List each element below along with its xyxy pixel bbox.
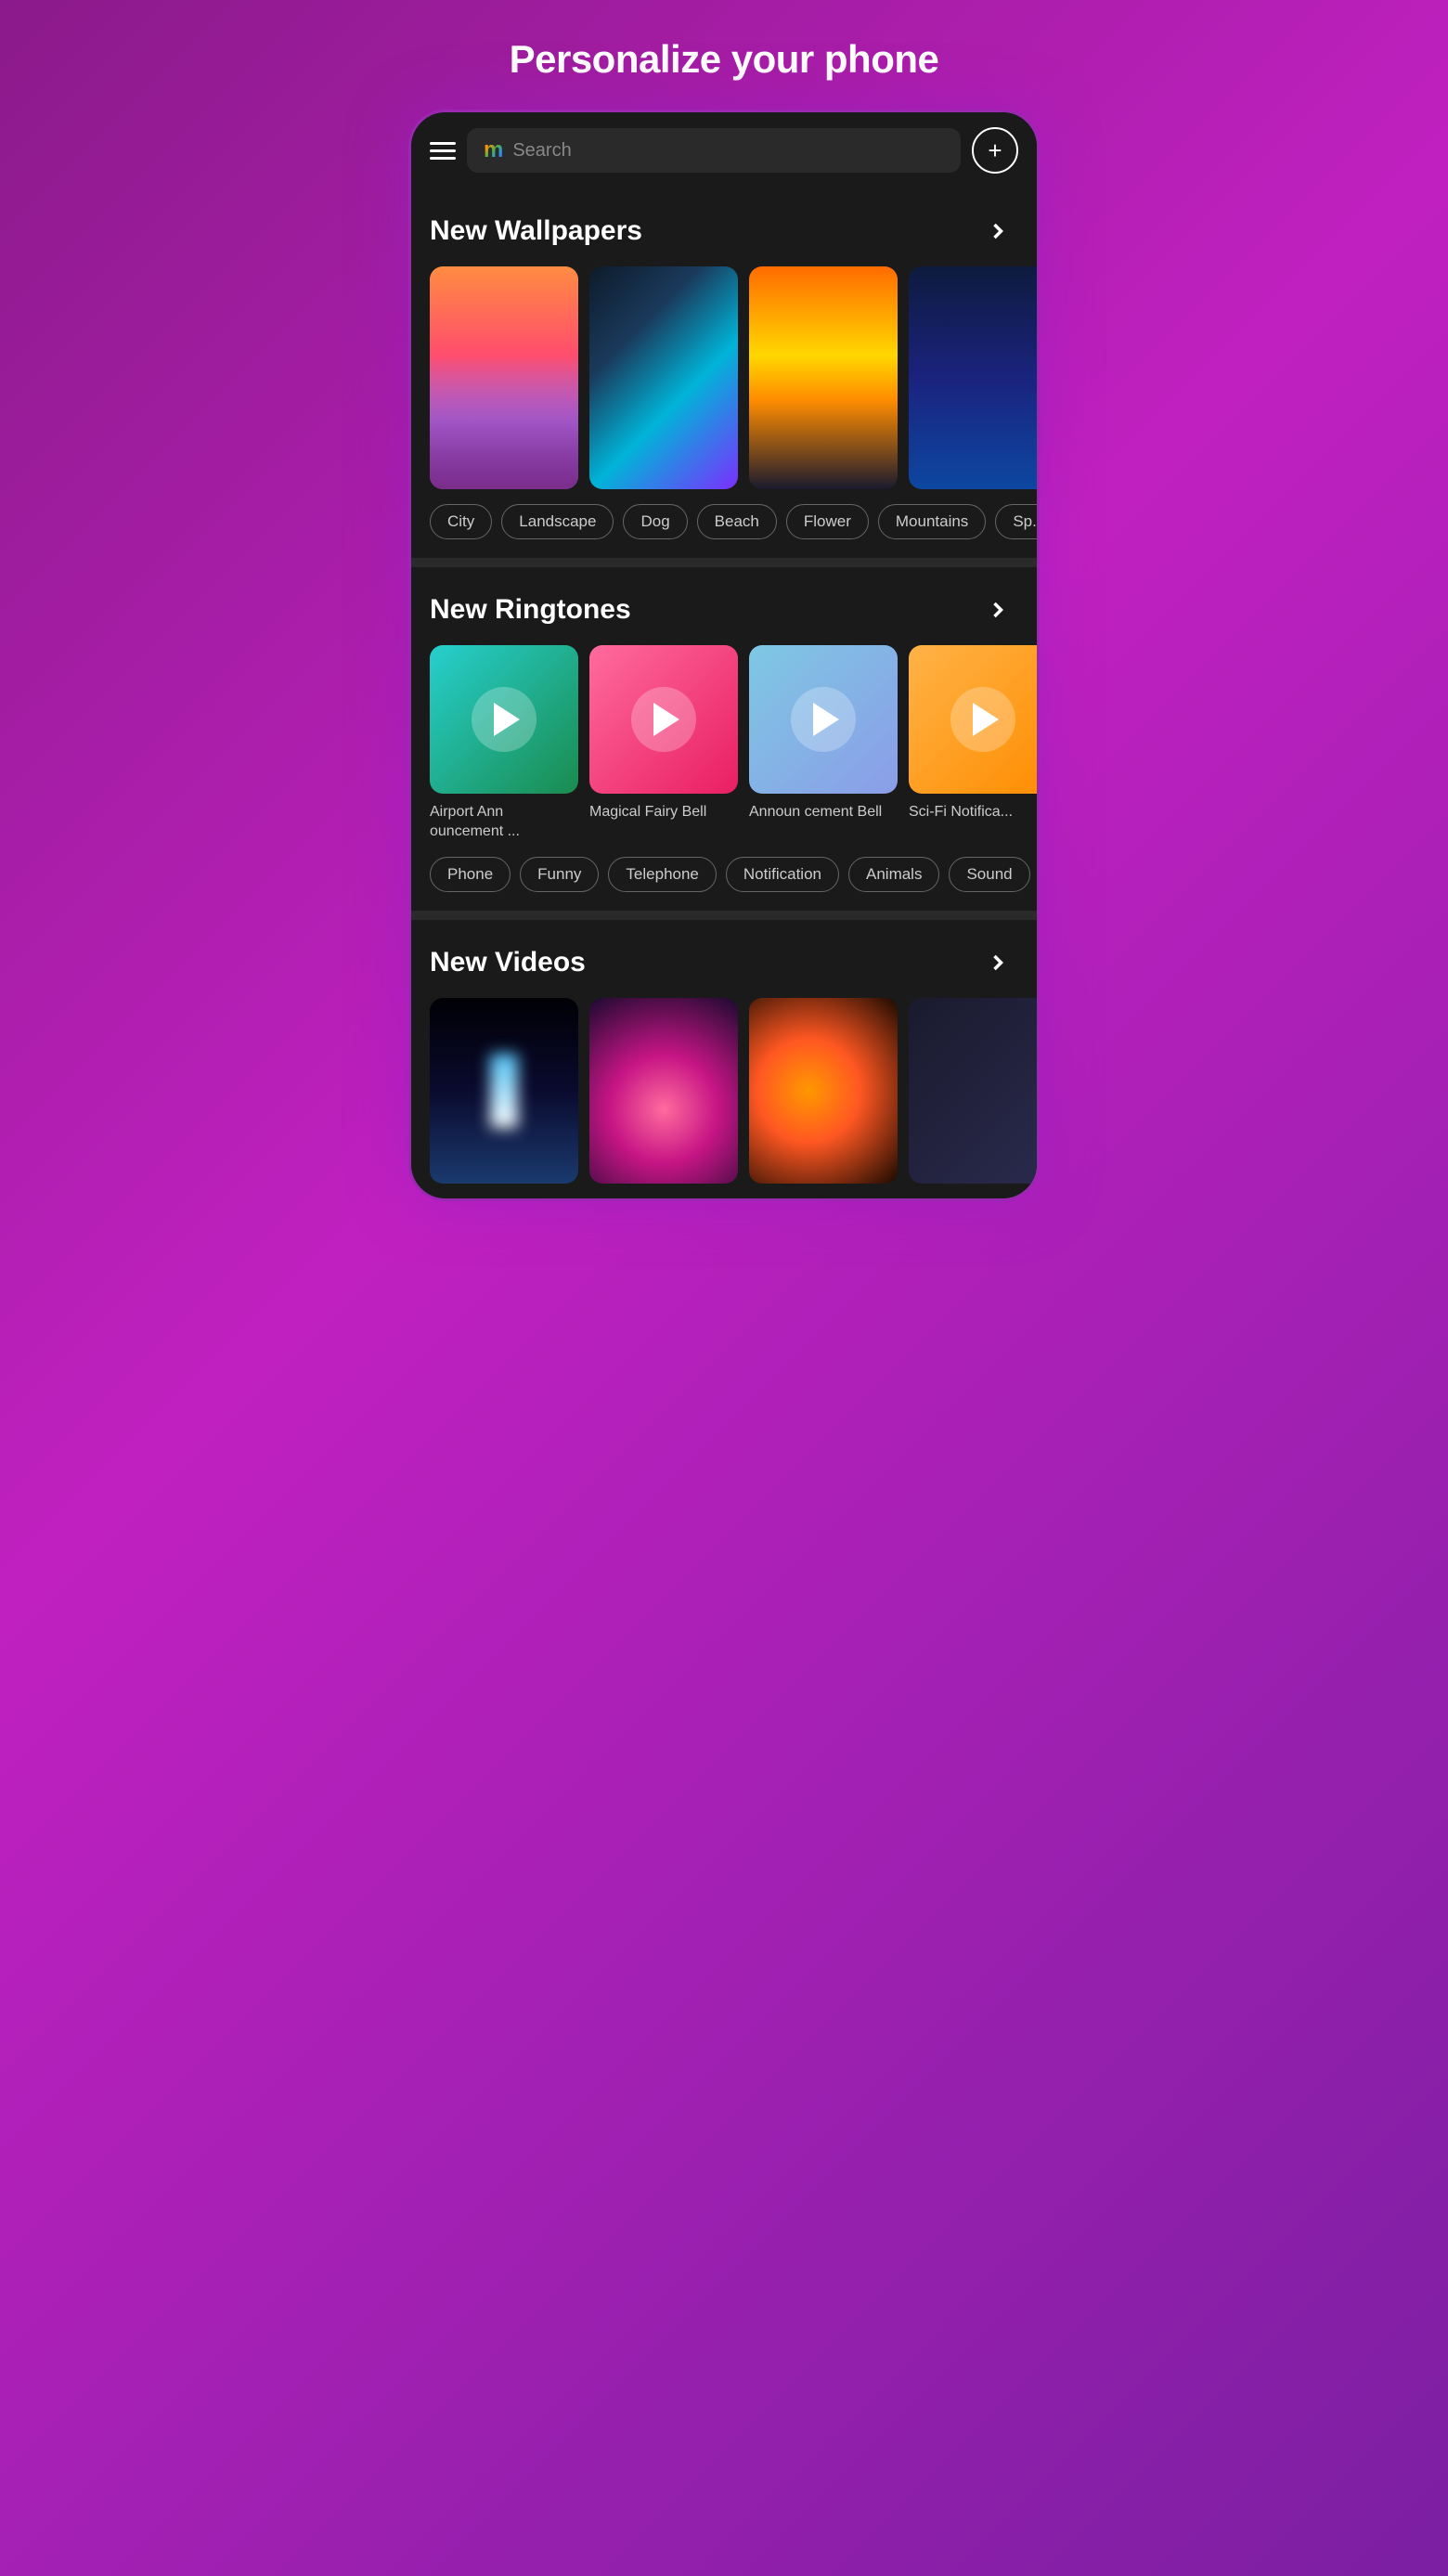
- play-icon: [653, 703, 679, 736]
- videos-section: New Videos: [411, 920, 1037, 1198]
- ringtone-play-button[interactable]: [589, 645, 738, 794]
- phone-frame: m Search + New Wallpapers City Landscape…: [408, 110, 1040, 1201]
- ringtone-name: Announ cement Bell: [749, 803, 882, 822]
- tag-notification[interactable]: Notification: [726, 857, 839, 892]
- tag-animals[interactable]: Animals: [848, 857, 939, 892]
- video-item[interactable]: [909, 998, 1037, 1184]
- plus-icon: +: [988, 138, 1002, 162]
- tag-sound[interactable]: Sound: [949, 857, 1029, 892]
- tag-landscape[interactable]: Landscape: [501, 504, 614, 539]
- tag-more[interactable]: Sp...: [995, 504, 1037, 539]
- tag-phone[interactable]: Phone: [430, 857, 511, 892]
- play-circle: [631, 687, 696, 752]
- page-title: Personalize your phone: [482, 19, 967, 110]
- ringtones-section: New Ringtones Airport Ann ouncement ...: [411, 567, 1037, 911]
- ringtone-name: Airport Ann ouncement ...: [430, 803, 578, 842]
- play-icon: [973, 703, 999, 736]
- ringtones-tags: Phone Funny Telephone Notification Anima…: [411, 857, 1037, 911]
- ringtones-header: New Ringtones: [411, 582, 1037, 645]
- videos-header: New Videos: [411, 935, 1037, 998]
- ringtones-row: Airport Ann ouncement ... Magical Fairy …: [411, 645, 1037, 857]
- tag-beach[interactable]: Beach: [697, 504, 777, 539]
- play-circle: [472, 687, 537, 752]
- tag-dog[interactable]: Dog: [623, 504, 687, 539]
- wallpapers-header: New Wallpapers: [411, 203, 1037, 266]
- video-item[interactable]: [430, 998, 578, 1184]
- add-button[interactable]: +: [972, 127, 1018, 174]
- ringtone-name: Sci-Fi Notifica...: [909, 803, 1013, 822]
- ringtone-item: Sci-Fi Notifica...: [909, 645, 1037, 842]
- ringtones-title: New Ringtones: [430, 594, 631, 626]
- search-placeholder: Search: [512, 140, 571, 162]
- tag-funny[interactable]: Funny: [520, 857, 599, 892]
- videos-title: New Videos: [430, 947, 586, 978]
- wallpaper-item[interactable]: [749, 266, 898, 489]
- ringtone-item: Airport Ann ouncement ...: [430, 645, 578, 842]
- ringtone-item: Magical Fairy Bell: [589, 645, 738, 842]
- section-divider-2: [411, 911, 1037, 920]
- play-circle: [791, 687, 856, 752]
- ringtone-item: Announ cement Bell: [749, 645, 898, 842]
- app-logo: m: [484, 139, 503, 162]
- wallpapers-title: New Wallpapers: [430, 215, 642, 247]
- tag-mountains[interactable]: Mountains: [878, 504, 986, 539]
- ringtone-play-button[interactable]: [909, 645, 1037, 794]
- ringtone-play-button[interactable]: [430, 645, 578, 794]
- tag-city[interactable]: City: [430, 504, 492, 539]
- video-item[interactable]: [749, 998, 898, 1184]
- ringtone-name: Magical Fairy Bell: [589, 803, 706, 822]
- videos-row: [411, 998, 1037, 1198]
- search-bar[interactable]: m Search: [467, 128, 961, 173]
- wallpapers-more-button[interactable]: [977, 211, 1018, 252]
- video-item[interactable]: [589, 998, 738, 1184]
- ringtone-play-button[interactable]: [749, 645, 898, 794]
- play-icon: [494, 703, 520, 736]
- play-circle: [950, 687, 1015, 752]
- wallpaper-item[interactable]: [589, 266, 738, 489]
- section-divider: [411, 558, 1037, 567]
- videos-more-button[interactable]: [977, 942, 1018, 983]
- play-icon: [813, 703, 839, 736]
- tag-flower[interactable]: Flower: [786, 504, 869, 539]
- wallpapers-section: New Wallpapers City Landscape Dog Beach …: [411, 188, 1037, 558]
- wallpaper-item[interactable]: [430, 266, 578, 489]
- wallpaper-item[interactable]: [909, 266, 1037, 489]
- ringtones-more-button[interactable]: [977, 589, 1018, 630]
- wallpapers-tags: City Landscape Dog Beach Flower Mountain…: [411, 504, 1037, 558]
- menu-button[interactable]: [430, 142, 456, 160]
- app-header: m Search +: [411, 112, 1037, 188]
- tag-telephone[interactable]: Telephone: [608, 857, 716, 892]
- wallpapers-row: [411, 266, 1037, 504]
